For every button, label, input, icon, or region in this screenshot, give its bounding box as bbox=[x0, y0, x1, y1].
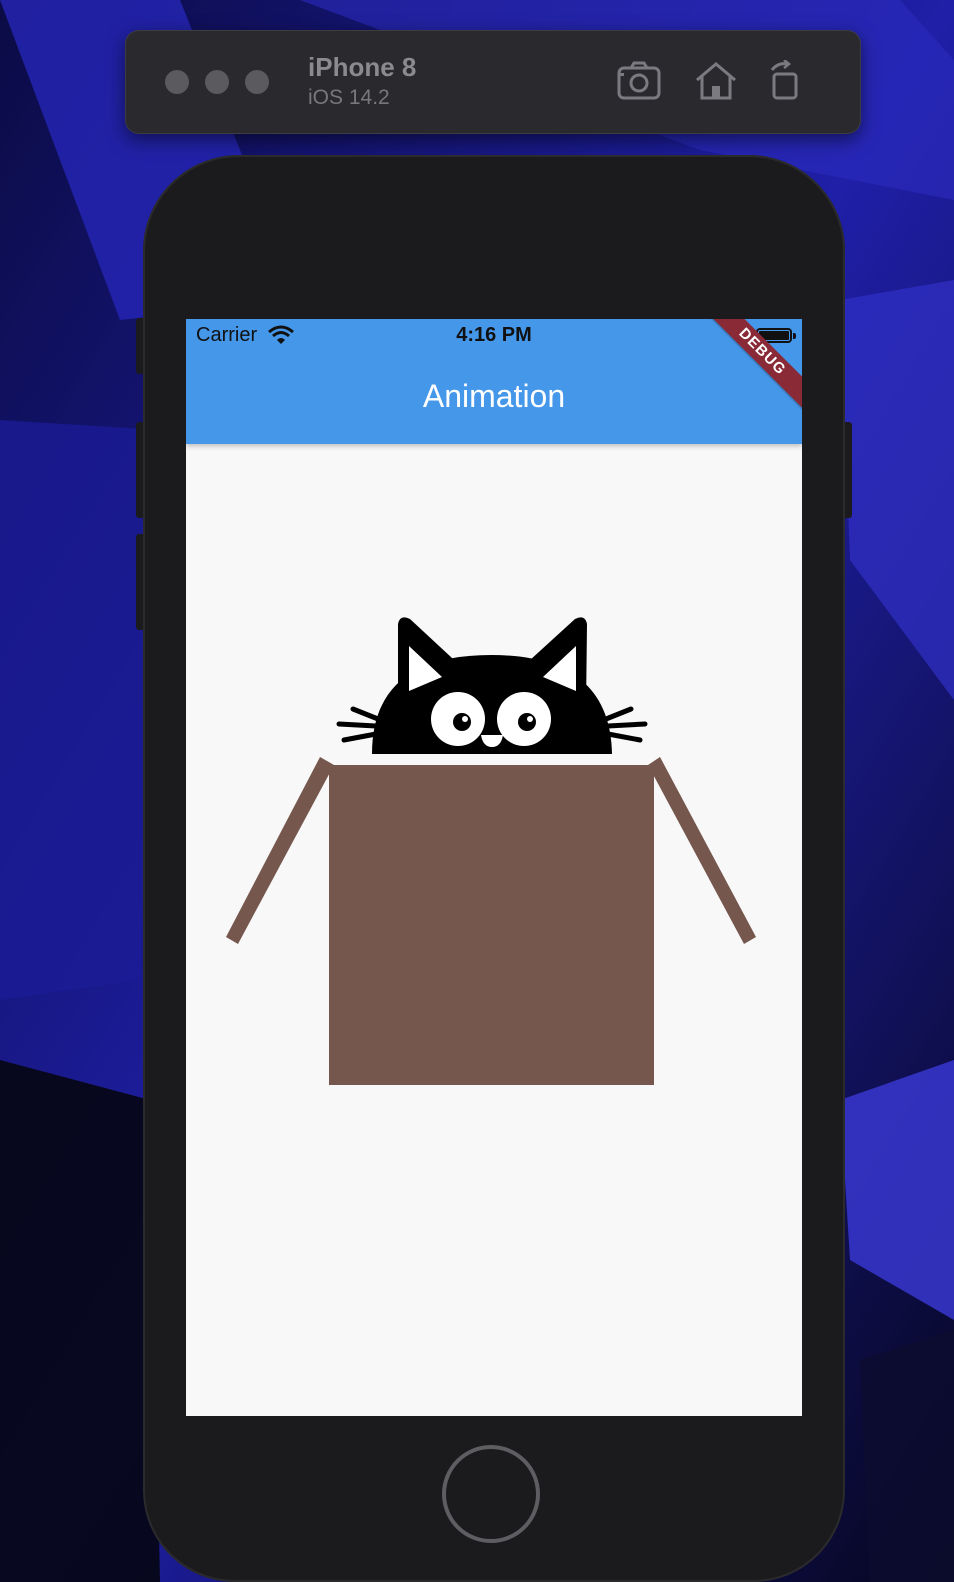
window-zoom-button[interactable] bbox=[245, 70, 269, 94]
simulator-toolbar bbox=[125, 30, 861, 134]
os-version: iOS 14.2 bbox=[308, 86, 390, 109]
rotate-icon[interactable] bbox=[764, 60, 812, 102]
screenshot-icon[interactable] bbox=[615, 60, 663, 102]
cat[interactable] bbox=[336, 617, 648, 754]
box-left-flap bbox=[226, 757, 334, 944]
home-icon[interactable] bbox=[692, 60, 740, 102]
cat-left-pupil bbox=[453, 713, 471, 731]
animation-canvas[interactable] bbox=[186, 319, 802, 1416]
window-minimize-button[interactable] bbox=[205, 70, 229, 94]
home-button[interactable] bbox=[442, 1445, 540, 1543]
cat-right-pupil bbox=[518, 713, 536, 731]
box-right-flap bbox=[648, 757, 756, 944]
box-body bbox=[329, 765, 654, 1085]
app-screen: Carrier 4:16 PM Animation DEBUG bbox=[186, 319, 802, 1416]
device-name: iPhone 8 bbox=[308, 52, 417, 82]
cardboard-box[interactable] bbox=[226, 757, 756, 1085]
window-close-button[interactable] bbox=[165, 70, 189, 94]
